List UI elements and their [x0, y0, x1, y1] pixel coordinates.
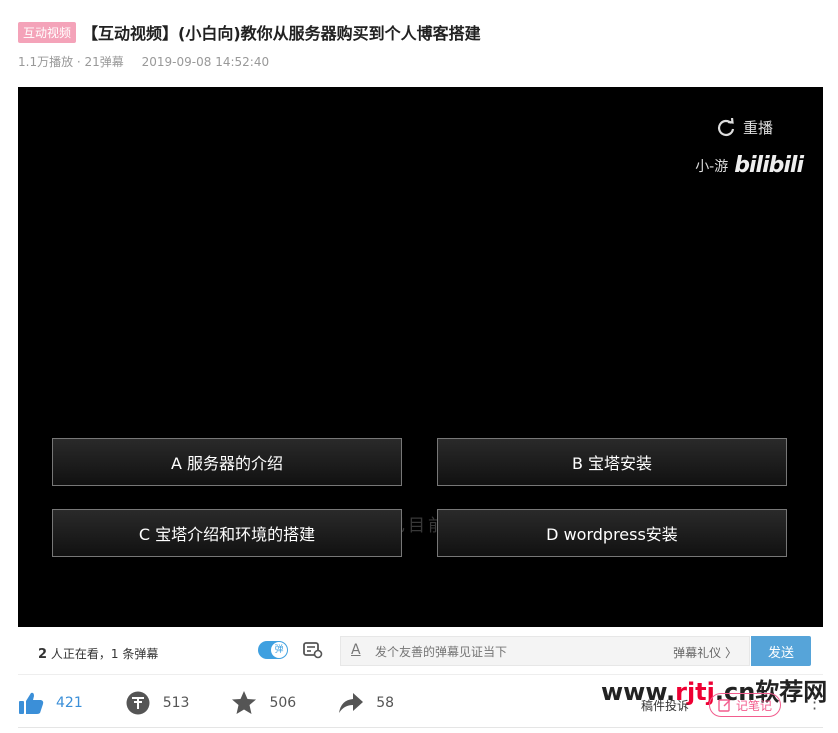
- more-options-icon[interactable]: · · ·: [812, 689, 817, 717]
- coin-count: 513: [162, 695, 190, 711]
- option-b-button[interactable]: B 宝塔安装: [437, 438, 787, 486]
- danmaku-input[interactable]: [373, 641, 667, 663]
- danmaku-toggle-knob: 弹: [271, 642, 287, 658]
- danmaku-etiquette-link[interactable]: 弹幕礼仪 〉: [673, 644, 737, 661]
- share-arrow-icon: [339, 693, 364, 713]
- video-title: 【互动视频】(小白向)教你从服务器购买到个人博客搭建: [82, 24, 481, 43]
- take-note-button[interactable]: 记笔记: [709, 693, 781, 717]
- option-a-button[interactable]: A 服务器的介绍: [52, 438, 402, 486]
- action-bar: 421 513 506 58: [18, 690, 436, 716]
- play-count: 1.1万播放 · 21弹幕: [18, 55, 124, 69]
- thumbs-up-icon: [19, 692, 44, 714]
- favorite-count: 506: [269, 695, 297, 711]
- viewer-info: 2 人正在看，1 条弹幕: [38, 645, 158, 662]
- danmaku-count: 1 条弹幕: [110, 647, 159, 661]
- watermark-user: 小-游: [695, 158, 729, 175]
- share-button[interactable]: 58: [338, 691, 394, 715]
- text-style-icon[interactable]: A: [351, 642, 361, 658]
- note-edit-icon: [718, 699, 731, 712]
- replay-icon: [718, 117, 735, 136]
- send-button[interactable]: 发送: [751, 636, 811, 666]
- take-note-label: 记笔记: [735, 698, 772, 713]
- bilibili-logo: bilibili: [734, 153, 804, 178]
- option-d-button[interactable]: D wordpress安装: [437, 509, 787, 557]
- player-watermark: 小-游 bilibili: [695, 153, 804, 178]
- video-meta: 1.1万播放 · 21弹幕 2019-09-08 14:52:40: [18, 53, 269, 70]
- star-icon: [232, 691, 257, 714]
- viewer-count: 2: [38, 647, 48, 662]
- title-row: 互动视频 【互动视频】(小白向)教你从服务器购买到个人博客搭建: [18, 20, 481, 44]
- like-count: 421: [56, 695, 83, 711]
- replay-button[interactable]: 重播: [716, 117, 773, 138]
- option-c-button[interactable]: C 宝塔介绍和环境的搭建: [52, 509, 402, 557]
- interactive-video-tag[interactable]: 互动视频: [18, 21, 77, 43]
- danmaku-toggle[interactable]: 弹: [258, 641, 288, 659]
- divider: [18, 727, 823, 728]
- video-player[interactable]: 重播 小-游 bilibili 你可以根据你自己目前的进度进行选择 A 服务器的…: [18, 87, 823, 627]
- replay-label: 重播: [742, 119, 773, 137]
- like-button[interactable]: 421: [18, 691, 83, 715]
- danmaku-input-wrap: A 弹幕礼仪 〉: [340, 636, 750, 666]
- coin-button[interactable]: 513: [125, 690, 190, 716]
- favorite-button[interactable]: 506: [231, 690, 296, 716]
- publish-date: 2019-09-08 14:52:40: [141, 55, 270, 69]
- coin-icon: [126, 691, 150, 715]
- danmaku-send-bar: 2 人正在看，1 条弹幕 弹 A 弹幕礼仪 〉 发送: [18, 628, 823, 675]
- danmaku-settings-icon[interactable]: [303, 641, 323, 659]
- share-count: 58: [376, 695, 395, 711]
- viewer-text: 人正在看，: [47, 647, 111, 661]
- report-link[interactable]: 稿件投诉: [641, 697, 689, 714]
